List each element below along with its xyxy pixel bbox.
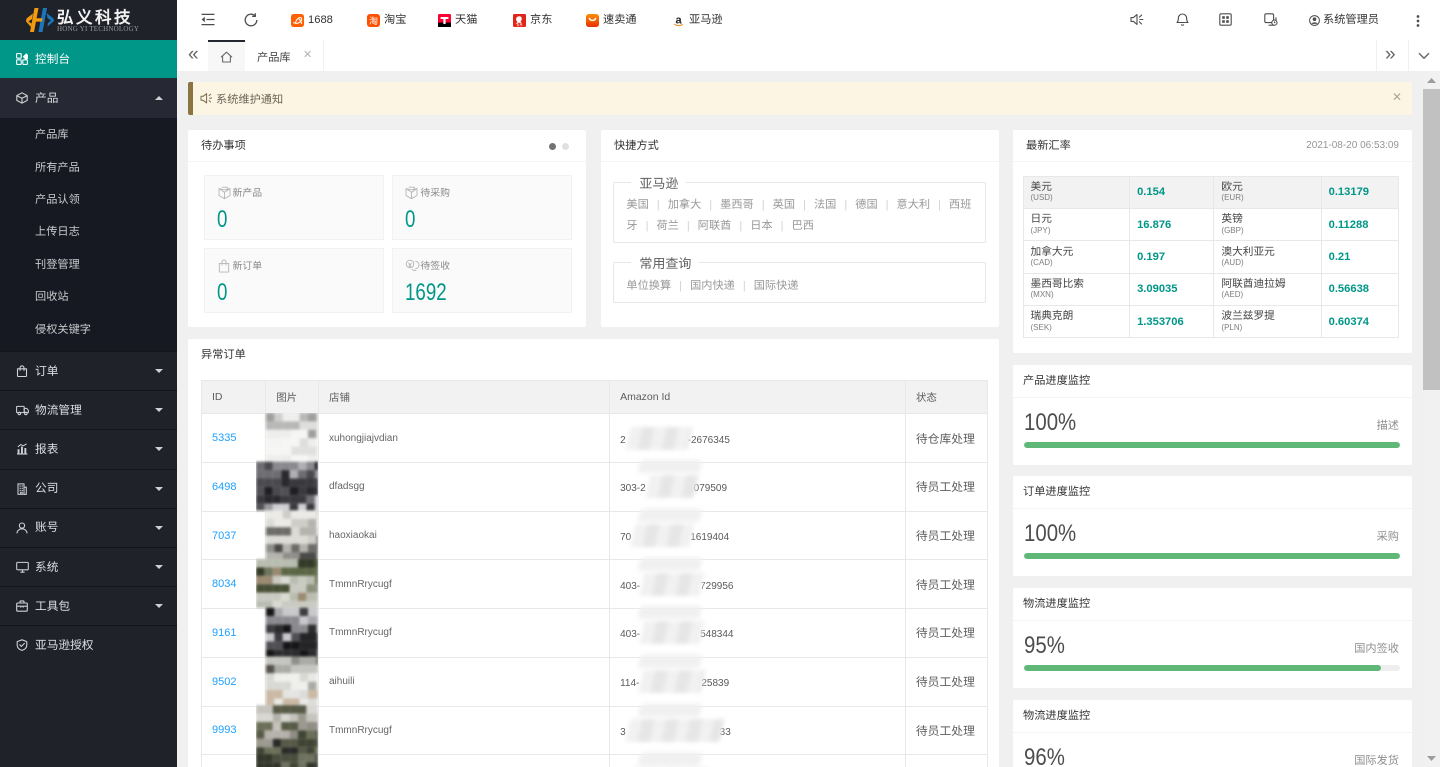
svg-text:京东: 京东 bbox=[516, 23, 522, 27]
svg-text:淘: 淘 bbox=[369, 14, 378, 27]
